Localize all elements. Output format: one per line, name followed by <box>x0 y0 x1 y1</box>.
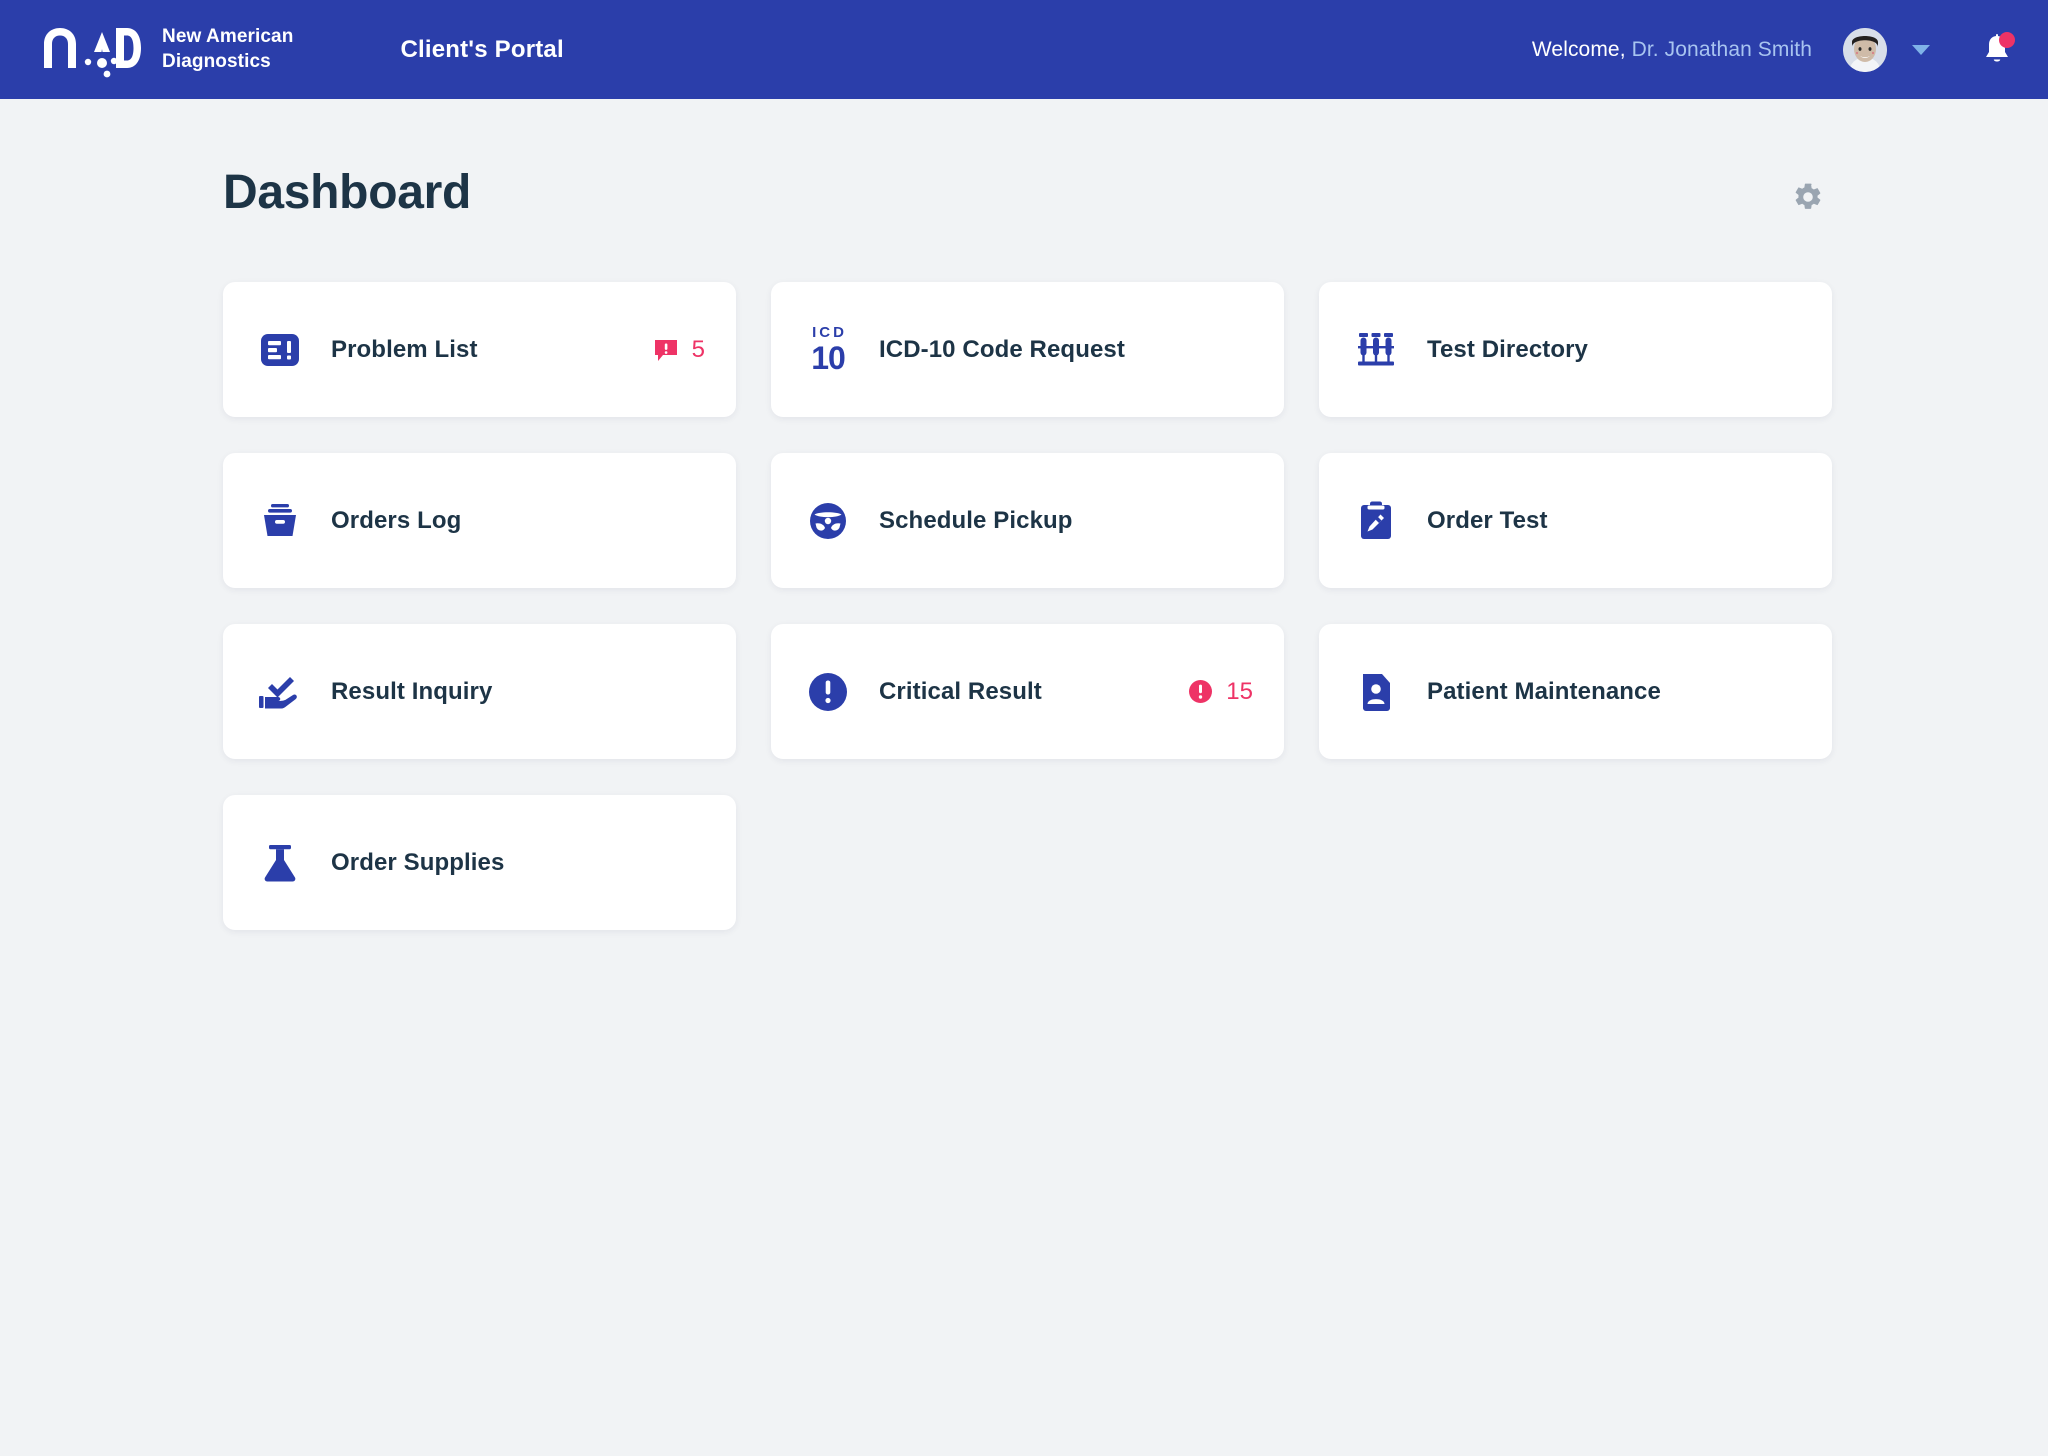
page-header-row: Dashboard <box>223 99 1825 220</box>
card-problem-list[interactable]: Problem List 5 <box>223 282 736 417</box>
card-order-supplies[interactable]: Order Supplies <box>223 795 736 930</box>
dashboard-card-grid: Problem List 5 ICD 10 ICD-10 Code Reques… <box>223 282 1832 930</box>
alert-comment-icon <box>654 339 677 361</box>
card-icd-10-code-request[interactable]: ICD 10 ICD-10 Code Request <box>771 282 1284 417</box>
tray-icon <box>255 496 305 546</box>
card-label: Critical Result <box>879 677 1042 705</box>
card-result-inquiry[interactable]: Result Inquiry <box>223 624 736 759</box>
app-header: New American Diagnostics Client's Portal… <box>0 0 2048 99</box>
portal-title: Client's Portal <box>400 35 564 63</box>
card-badge: 15 <box>1188 678 1253 706</box>
card-orders-log[interactable]: Orders Log <box>223 453 736 588</box>
card-test-directory[interactable]: Test Directory <box>1319 282 1832 417</box>
welcome-prefix: Welcome, <box>1531 37 1632 61</box>
problem-list-icon <box>255 325 305 375</box>
card-label: Problem List <box>331 335 478 363</box>
steering-wheel-icon <box>803 496 853 546</box>
icd-label-bottom: 10 <box>811 340 846 376</box>
badge-count: 5 <box>691 335 705 363</box>
card-label: Result Inquiry <box>331 677 493 705</box>
welcome-text: Welcome, Dr. Jonathan Smith <box>1532 38 1812 62</box>
flask-icon <box>255 838 305 888</box>
user-name: Dr. Jonathan Smith <box>1631 37 1812 61</box>
card-label: Order Test <box>1427 506 1548 534</box>
alert-circle-icon <box>803 667 853 717</box>
icd-10-icon: ICD 10 <box>803 325 853 375</box>
card-critical-result[interactable]: Critical Result 15 <box>771 624 1284 759</box>
gear-icon[interactable] <box>1791 180 1825 214</box>
chevron-down-icon[interactable] <box>1912 44 1930 55</box>
card-patient-maintenance[interactable]: Patient Maintenance <box>1319 624 1832 759</box>
alert-circle-badge-icon <box>1189 680 1213 703</box>
card-order-test[interactable]: Order Test <box>1319 453 1832 588</box>
card-label: Patient Maintenance <box>1427 677 1661 705</box>
notification-dot <box>1999 31 2015 48</box>
card-label: Orders Log <box>331 506 462 534</box>
brand-name: New American Diagnostics <box>162 26 294 72</box>
page-body: Dashboard Problem List 5 ICD 10 ICD-10 C… <box>0 99 2048 930</box>
card-label: ICD-10 Code Request <box>879 335 1125 363</box>
card-label: Order Supplies <box>331 848 505 876</box>
card-label: Schedule Pickup <box>879 506 1073 534</box>
card-badge: 5 <box>653 336 705 364</box>
page-title: Dashboard <box>223 166 472 219</box>
card-schedule-pickup[interactable]: Schedule Pickup <box>771 453 1284 588</box>
patient-file-icon <box>1351 667 1401 717</box>
card-label: Test Directory <box>1427 335 1589 363</box>
icd-label-top: ICD <box>812 324 847 341</box>
nad-logo-icon <box>38 22 142 78</box>
clipboard-tube-icon <box>1351 496 1401 546</box>
hand-check-icon <box>255 667 305 717</box>
notification-bell-button[interactable] <box>1980 31 2015 69</box>
header-right-cluster: Welcome, Dr. Jonathan Smith <box>1532 27 2015 72</box>
avatar[interactable] <box>1843 27 1887 72</box>
brand-block: New American Diagnostics <box>38 22 293 78</box>
badge-count: 15 <box>1226 677 1253 705</box>
test-tubes-icon <box>1351 325 1401 375</box>
